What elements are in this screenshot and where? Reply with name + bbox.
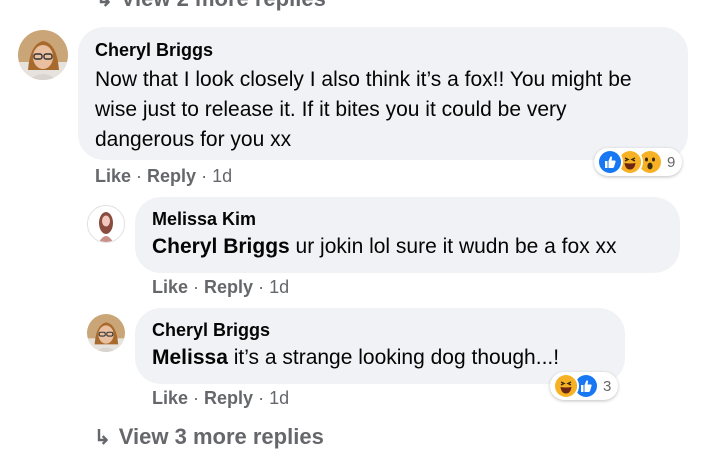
haha-icon xyxy=(553,373,579,399)
avatar[interactable] xyxy=(18,30,68,80)
comment-author[interactable]: Cheryl Briggs xyxy=(95,39,670,61)
comment-author[interactable]: Cheryl Briggs xyxy=(152,319,609,341)
avatar[interactable] xyxy=(87,314,125,352)
avatar[interactable] xyxy=(87,205,125,243)
reaction-count: 9 xyxy=(667,153,676,171)
reactions-summary[interactable]: 9 xyxy=(594,148,683,176)
comment-text: Cheryl Briggs ur jokin lol sure it wudn … xyxy=(152,232,664,262)
like-icon xyxy=(597,149,623,175)
avatar-cheryl-image xyxy=(87,314,125,352)
reply-link[interactable]: Reply xyxy=(204,388,253,408)
timestamp[interactable]: 1d xyxy=(212,166,232,186)
timestamp[interactable]: 1d xyxy=(269,388,289,408)
like-link[interactable]: Like xyxy=(152,277,188,297)
view-more-replies-link-top[interactable]: ↳ View 2 more replies xyxy=(96,0,326,11)
reply-link[interactable]: Reply xyxy=(147,166,196,186)
comment-actions: Like · Reply · 1d xyxy=(152,277,290,297)
reactions-summary[interactable]: 3 xyxy=(550,372,619,400)
view-more-replies-label: View 2 more replies xyxy=(121,0,326,11)
comment-bubble: Melissa Kim Cheryl Briggs ur jokin lol s… xyxy=(135,197,680,273)
mention-tag[interactable]: Melissa xyxy=(152,346,228,369)
timestamp[interactable]: 1d xyxy=(269,277,289,297)
comment-author[interactable]: Melissa Kim xyxy=(152,208,664,230)
view-more-replies-label: View 3 more replies xyxy=(118,424,324,449)
comment-actions: Like · Reply · 1d xyxy=(95,166,233,186)
reply-link[interactable]: Reply xyxy=(204,277,253,297)
avatar-cheryl-image xyxy=(18,30,68,80)
view-more-replies-link[interactable]: ↳ View 3 more replies xyxy=(94,424,324,450)
mention-tag[interactable]: Cheryl Briggs xyxy=(152,235,290,258)
comment-actions: Like · Reply · 1d xyxy=(152,388,290,408)
comment-body: it’s a strange looking dog though...! xyxy=(233,346,560,369)
reaction-count: 3 xyxy=(603,377,612,395)
comment-text: Melissa it’s a strange looking dog thoug… xyxy=(152,343,609,373)
comment-text: Now that I look closely I also think it’… xyxy=(95,68,632,151)
like-link[interactable]: Like xyxy=(95,166,131,186)
comment-bubble: Cheryl Briggs Melissa it’s a strange loo… xyxy=(135,308,625,384)
reply-arrow-icon: ↳ xyxy=(96,0,113,11)
comment-body: ur jokin lol sure it wudn be a fox xx xyxy=(295,235,617,258)
like-link[interactable]: Like xyxy=(152,388,188,408)
comment-bubble: Cheryl Briggs Now that I look closely I … xyxy=(78,27,688,160)
reply-arrow-icon: ↳ xyxy=(94,427,111,449)
avatar-melissa-image xyxy=(88,206,124,242)
